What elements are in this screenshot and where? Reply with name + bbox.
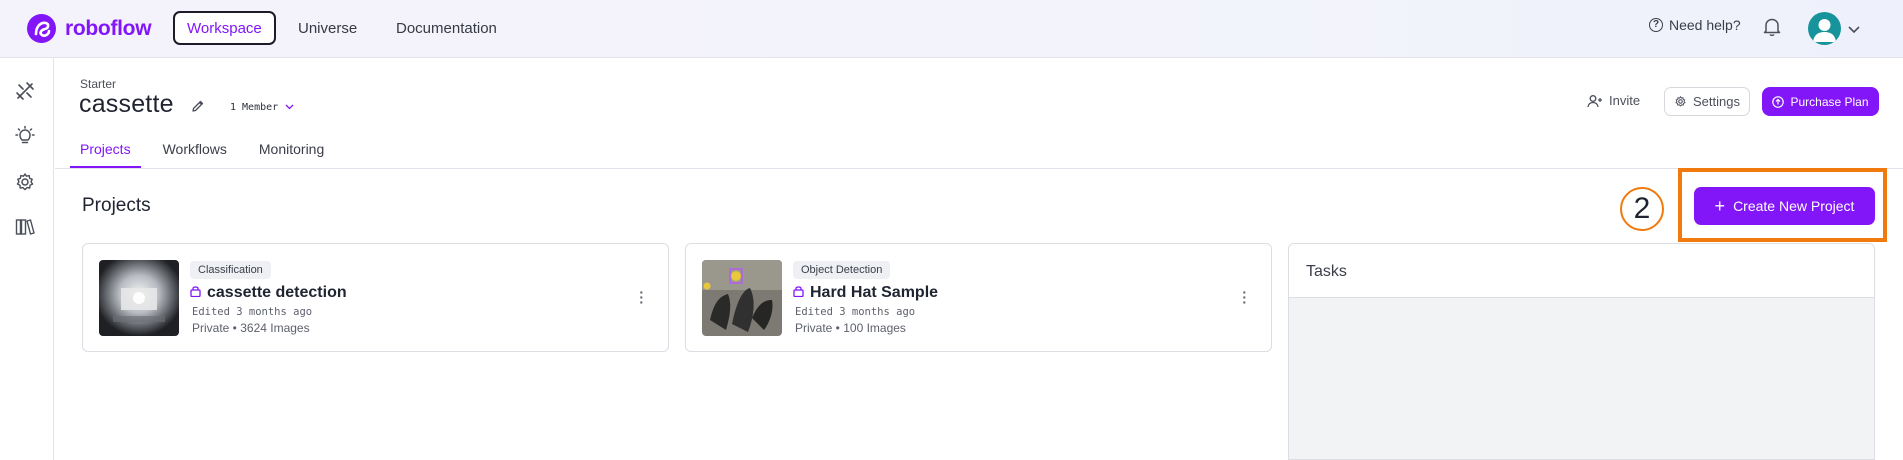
project-edited: Edited 3 months ago [192, 306, 313, 318]
project-name[interactable]: cassette detection [190, 284, 347, 302]
question-icon: ? [1649, 18, 1663, 32]
library-icon[interactable] [14, 216, 36, 238]
project-card[interactable]: Classification cassette detection Edited… [82, 243, 669, 352]
invite-label: Invite [1609, 93, 1641, 108]
plus-icon: + [1714, 196, 1726, 216]
gear-icon[interactable] [14, 171, 36, 193]
workspace-tabs: Projects Workflows Monitoring [70, 137, 346, 168]
help-link[interactable]: ? Need help? [1649, 17, 1741, 33]
purchase-plan-button[interactable]: Purchase Plan [1762, 87, 1879, 116]
projects-heading: Projects [82, 195, 151, 216]
tab-monitoring[interactable]: Monitoring [249, 137, 334, 168]
logo-mark-icon [27, 14, 56, 43]
notifications-bell-icon[interactable] [1763, 17, 1781, 42]
plan-label: Starter [80, 77, 117, 91]
nav-documentation[interactable]: Documentation [384, 11, 509, 45]
purchase-plan-label: Purchase Plan [1790, 94, 1869, 109]
nav-workspace[interactable]: Workspace [173, 11, 276, 45]
invite-button[interactable]: Invite [1587, 93, 1640, 108]
project-meta: Private • 3624 Images [192, 321, 310, 335]
tasks-panel: Tasks [1288, 243, 1875, 460]
members-dropdown[interactable]: 1 Member [230, 102, 294, 113]
tab-workflows[interactable]: Workflows [153, 137, 237, 168]
tools-icon[interactable] [14, 80, 36, 102]
lock-icon [190, 284, 201, 302]
project-name-label: cassette detection [207, 284, 347, 301]
project-type-badge: Object Detection [793, 261, 891, 279]
roboflow-logo[interactable]: roboflow [27, 14, 152, 43]
create-new-project-button[interactable]: + Create New Project [1694, 187, 1875, 225]
edit-pencil-icon[interactable] [191, 99, 205, 118]
project-name-label: Hard Hat Sample [810, 284, 939, 301]
more-options-icon[interactable]: · · · [639, 285, 644, 309]
lock-icon [793, 284, 804, 302]
nav-universe[interactable]: Universe [286, 11, 369, 45]
workspace-name: cassette [79, 90, 174, 118]
project-thumbnail [702, 260, 782, 336]
add-user-icon [1587, 94, 1603, 108]
lightbulb-icon[interactable] [14, 125, 36, 147]
gear-icon [1674, 95, 1687, 108]
settings-label: Settings [1693, 94, 1740, 109]
project-meta: Private • 100 Images [795, 321, 906, 335]
chevron-down-icon [285, 102, 294, 113]
upload-icon [1772, 95, 1785, 108]
logo-text: roboflow [65, 16, 152, 40]
more-options-icon[interactable]: · · · [1242, 285, 1247, 309]
step-marker: 2 [1620, 187, 1664, 231]
members-count: 1 Member [230, 102, 279, 113]
user-avatar[interactable] [1808, 12, 1841, 45]
tab-projects[interactable]: Projects [70, 137, 141, 168]
tasks-heading: Tasks [1289, 244, 1874, 298]
top-bar: roboflow Workspace Universe Documentatio… [0, 0, 1903, 58]
project-card[interactable]: Object Detection Hard Hat Sample Edited … [685, 243, 1272, 352]
project-name[interactable]: Hard Hat Sample [793, 284, 938, 302]
project-edited: Edited 3 months ago [795, 306, 916, 318]
help-label: Need help? [1669, 17, 1741, 33]
left-rail [0, 58, 54, 460]
settings-button[interactable]: Settings [1664, 87, 1750, 116]
project-type-badge: Classification [190, 261, 271, 279]
create-new-project-label: Create New Project [1733, 198, 1855, 214]
chevron-down-icon[interactable] [1848, 21, 1860, 39]
project-thumbnail [99, 260, 179, 336]
